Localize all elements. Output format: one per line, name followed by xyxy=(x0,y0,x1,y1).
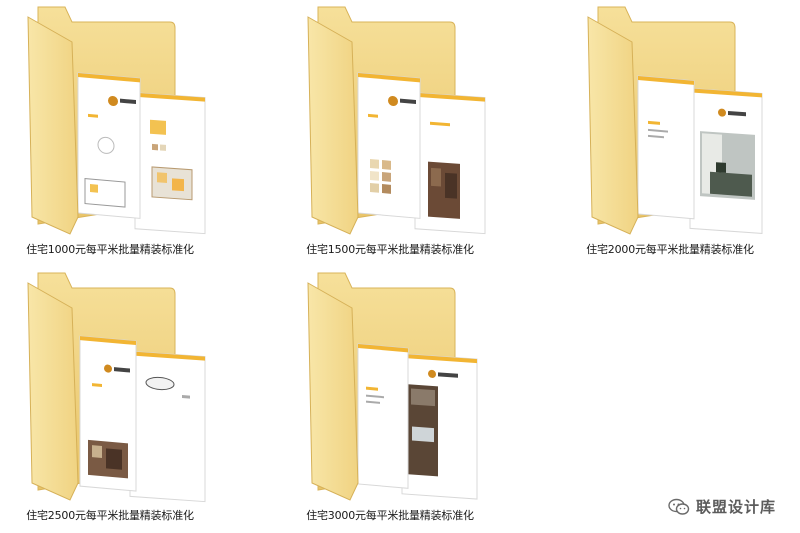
folder-material-swatches-icon xyxy=(307,6,486,235)
watermark: 联盟设计库 xyxy=(668,496,776,517)
folder-item-1000[interactable]: 住宅1000元每平米批量精装标准化 xyxy=(10,2,210,264)
folder-interior-photo-docs-icon xyxy=(587,6,763,235)
folder-item-2500[interactable]: 住宅2500元每平米批量精装标准化 xyxy=(10,268,210,530)
folder-name[interactable]: 住宅2500元每平米批量精装标准化 xyxy=(10,509,210,523)
folder-name[interactable]: 住宅1000元每平米批量精装标准化 xyxy=(10,243,210,257)
folder-item-3000[interactable]: 住宅3000元每平米批量精装标准化 xyxy=(290,268,490,530)
folder-floorplan-docs-icon xyxy=(27,6,206,235)
watermark-text: 联盟设计库 xyxy=(695,498,776,516)
wechat-icon xyxy=(668,498,690,515)
folder-floorplan-docs-icon xyxy=(27,272,206,503)
folder-name[interactable]: 住宅2000元每平米批量精装标准化 xyxy=(570,243,770,257)
folder-item-2000[interactable]: 住宅2000元每平米批量精装标准化 xyxy=(570,2,770,264)
folder-item-1500[interactable]: 住宅1500元每平米批量精装标准化 xyxy=(290,2,490,264)
file-explorer-view: 住宅1000元每平米批量精装标准化 住宅1500元每平米批量精装标准化 住宅20… xyxy=(0,0,800,533)
folder-interior-photo-docs-icon xyxy=(307,272,478,501)
folder-name[interactable]: 住宅1500元每平米批量精装标准化 xyxy=(290,243,490,257)
folder-name[interactable]: 住宅3000元每平米批量精装标准化 xyxy=(290,509,490,523)
